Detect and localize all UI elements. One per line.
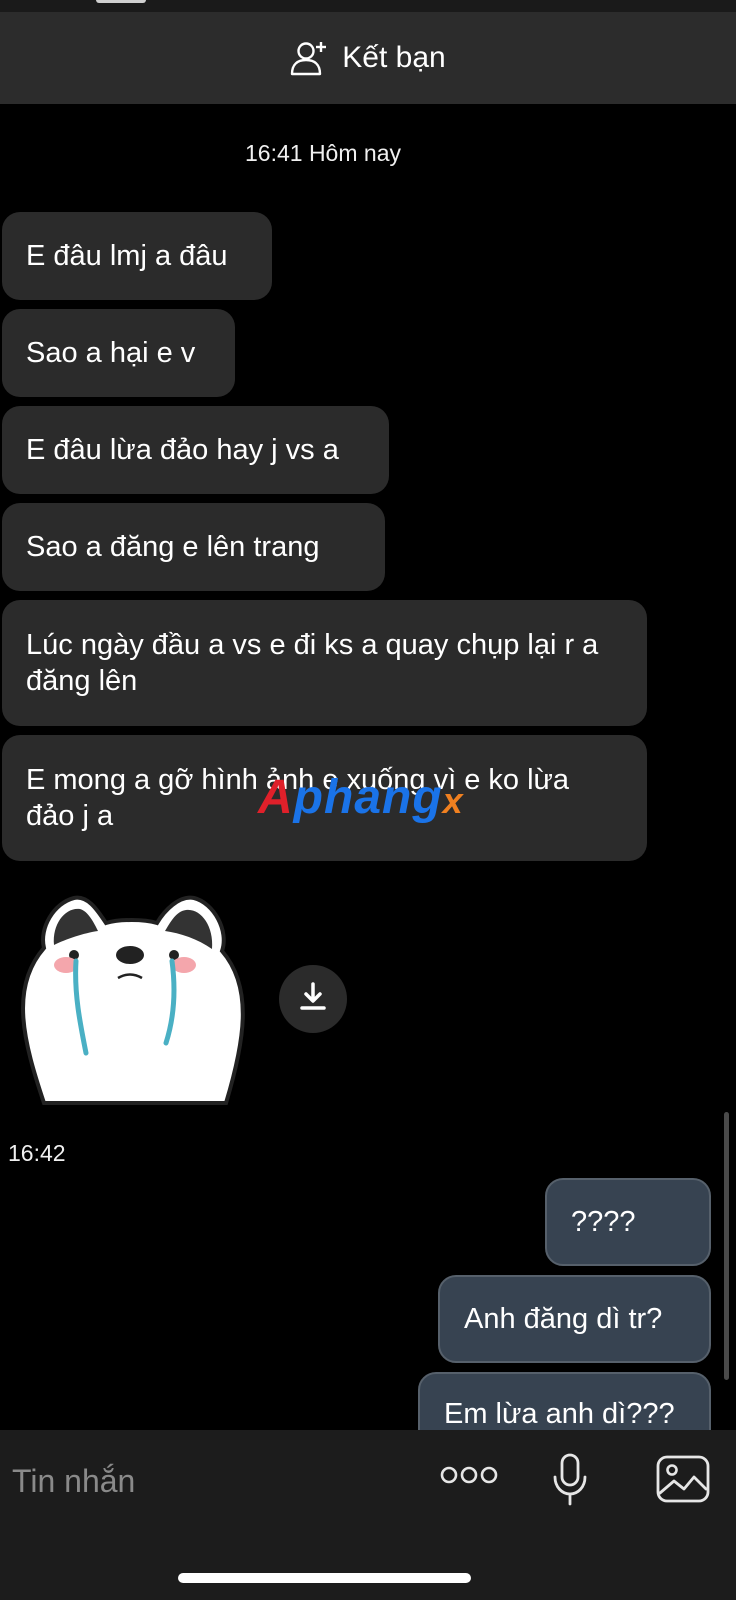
download-button[interactable] [279,965,347,1033]
scrollbar[interactable] [724,1112,729,1380]
add-person-icon [290,40,328,76]
message-incoming[interactable]: E đâu lừa đảo hay j vs a [2,406,389,494]
message-incoming[interactable]: Sao a đăng e lên trang [2,503,385,591]
chat-header: Kết bạn [0,12,736,104]
message-incoming[interactable]: Sao a hại e v [2,309,235,397]
timestamp-message: 16:42 [8,1140,66,1166]
add-friend-label: Kết bạn [342,41,446,74]
message-incoming[interactable]: E đâu lmj a đâu [2,212,272,300]
message-outgoing[interactable]: ???? [545,1178,711,1266]
home-indicator[interactable] [178,1573,471,1583]
watermark-logo: Aphangx [258,771,464,824]
photo-icon[interactable] [656,1455,710,1508]
message-incoming[interactable]: Lúc ngày đầu a vs e đi ks a quay chụp lạ… [2,600,647,726]
top-handle [96,0,146,3]
more-icon[interactable] [440,1464,498,1491]
download-icon [299,981,327,1017]
crying-husky-sticker[interactable] [14,893,248,1111]
add-friend-button[interactable]: Kết bạn [290,40,446,76]
microphone-icon[interactable] [552,1453,588,1512]
timestamp-header: 16:41 Hôm nay [245,140,401,166]
message-input[interactable]: Tin nhắn [12,1458,412,1504]
message-outgoing[interactable]: Anh đăng dì tr? [438,1275,711,1363]
